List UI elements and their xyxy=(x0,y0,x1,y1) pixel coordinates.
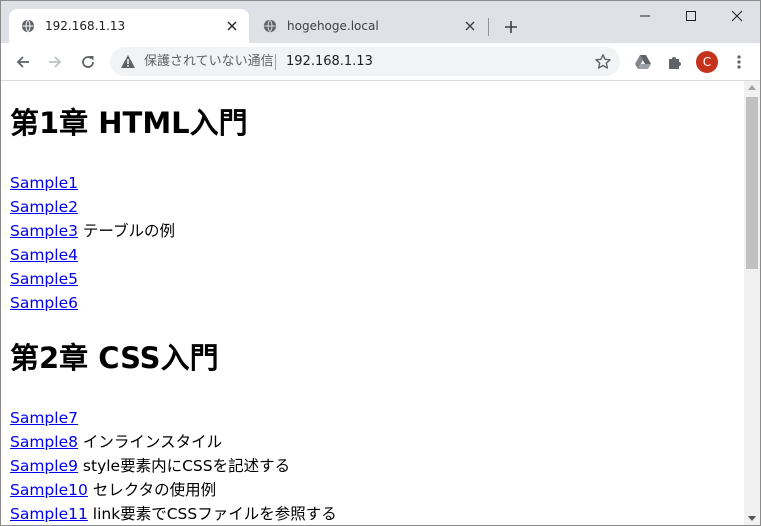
tab-title: hogehoge.local xyxy=(287,19,379,33)
close-tab-icon[interactable] xyxy=(459,15,481,37)
list-item: Sample2 xyxy=(10,197,78,217)
tab-active[interactable]: 192.168.1.13 xyxy=(9,9,249,43)
forward-button[interactable] xyxy=(41,48,69,76)
list-item: Sample9 style要素内にCSSを記述する xyxy=(10,456,290,476)
extensions-button[interactable] xyxy=(661,48,689,76)
list-item: Sample8 インラインスタイル xyxy=(10,432,222,452)
minimize-icon xyxy=(640,15,650,17)
browser-window: 192.168.1.13 hogehoge.local 保護されていない通信 1… xyxy=(0,0,761,526)
puzzle-piece-icon xyxy=(669,57,681,69)
vertical-scrollbar[interactable] xyxy=(744,81,760,525)
sample-link[interactable]: Sample11 xyxy=(10,505,88,523)
page-content: 第1章 HTML入門 Sample1 Sample2 Sample3 テーブルの… xyxy=(1,81,744,525)
link-description: インラインスタイル xyxy=(82,433,223,451)
back-button[interactable] xyxy=(9,48,37,76)
warning-icon[interactable] xyxy=(120,54,136,69)
chapter1-heading: 第1章 HTML入門 xyxy=(10,106,248,140)
kebab-menu-icon xyxy=(737,55,741,69)
list-item: Sample7 xyxy=(10,408,78,428)
link-description: セレクタの使用例 xyxy=(92,481,217,499)
sample-link[interactable]: Sample5 xyxy=(10,270,78,288)
link-description: style要素内にCSSを記述する xyxy=(82,457,291,475)
maximize-button[interactable] xyxy=(668,1,714,31)
tab-title: 192.168.1.13 xyxy=(45,19,126,33)
drive-extension-button[interactable] xyxy=(629,48,657,76)
sample-link[interactable]: Sample2 xyxy=(10,198,78,216)
close-icon xyxy=(731,10,743,22)
sample-link[interactable]: Sample6 xyxy=(10,294,78,312)
security-status[interactable]: 保護されていない通信 xyxy=(144,54,274,70)
tab-strip: 192.168.1.13 hogehoge.local xyxy=(1,1,760,43)
chapter2-heading: 第2章 CSS入門 xyxy=(10,341,219,375)
plus-icon xyxy=(505,21,517,33)
tab-divider xyxy=(488,18,489,36)
browser-menu-button[interactable] xyxy=(725,48,753,76)
minimize-button[interactable] xyxy=(622,1,668,31)
forward-icon xyxy=(49,56,62,68)
close-window-button[interactable] xyxy=(714,1,760,31)
scrollbar-thumb[interactable] xyxy=(746,97,758,269)
back-icon xyxy=(16,56,29,68)
list-item: Sample1 xyxy=(10,173,78,193)
sample-link[interactable]: Sample3 xyxy=(10,222,78,240)
sample-link[interactable]: Sample8 xyxy=(10,433,78,451)
close-tab-icon[interactable] xyxy=(221,15,243,37)
sample-link[interactable]: Sample7 xyxy=(10,409,78,427)
new-tab-button[interactable] xyxy=(499,15,523,39)
tab-inactive[interactable]: hogehoge.local xyxy=(251,9,487,43)
scroll-up-arrow-icon[interactable] xyxy=(748,85,756,90)
list-item: Sample3 テーブルの例 xyxy=(10,221,175,241)
reload-icon xyxy=(82,56,94,68)
globe-icon xyxy=(21,19,35,33)
reload-button[interactable] xyxy=(74,48,102,76)
omnibox-divider xyxy=(275,54,276,70)
globe-icon xyxy=(263,19,277,33)
scroll-down-arrow-icon[interactable] xyxy=(748,516,756,521)
maximize-icon xyxy=(686,11,696,21)
browser-toolbar: 保護されていない通信 192.168.1.13 C xyxy=(1,43,760,81)
profile-avatar[interactable]: C xyxy=(696,51,718,73)
sample-link[interactable]: Sample4 xyxy=(10,246,78,264)
list-item: Sample5 xyxy=(10,269,78,289)
sample-link[interactable]: Sample9 xyxy=(10,457,78,475)
list-item: Sample6 xyxy=(10,293,78,313)
bookmark-star-icon[interactable] xyxy=(594,53,612,71)
link-description: テーブルの例 xyxy=(82,222,175,240)
list-item: Sample11 link要素でCSSファイルを参照する xyxy=(10,504,337,524)
sample-link[interactable]: Sample10 xyxy=(10,481,88,499)
sample-link[interactable]: Sample1 xyxy=(10,174,78,192)
address-bar[interactable]: 保護されていない通信 192.168.1.13 xyxy=(110,47,620,76)
url-text[interactable]: 192.168.1.13 xyxy=(286,54,373,70)
list-item: Sample10 セレクタの使用例 xyxy=(10,480,216,500)
link-description: link要素でCSSファイルを参照する xyxy=(92,505,337,523)
list-item: Sample4 xyxy=(10,245,78,265)
google-drive-icon xyxy=(635,55,651,69)
